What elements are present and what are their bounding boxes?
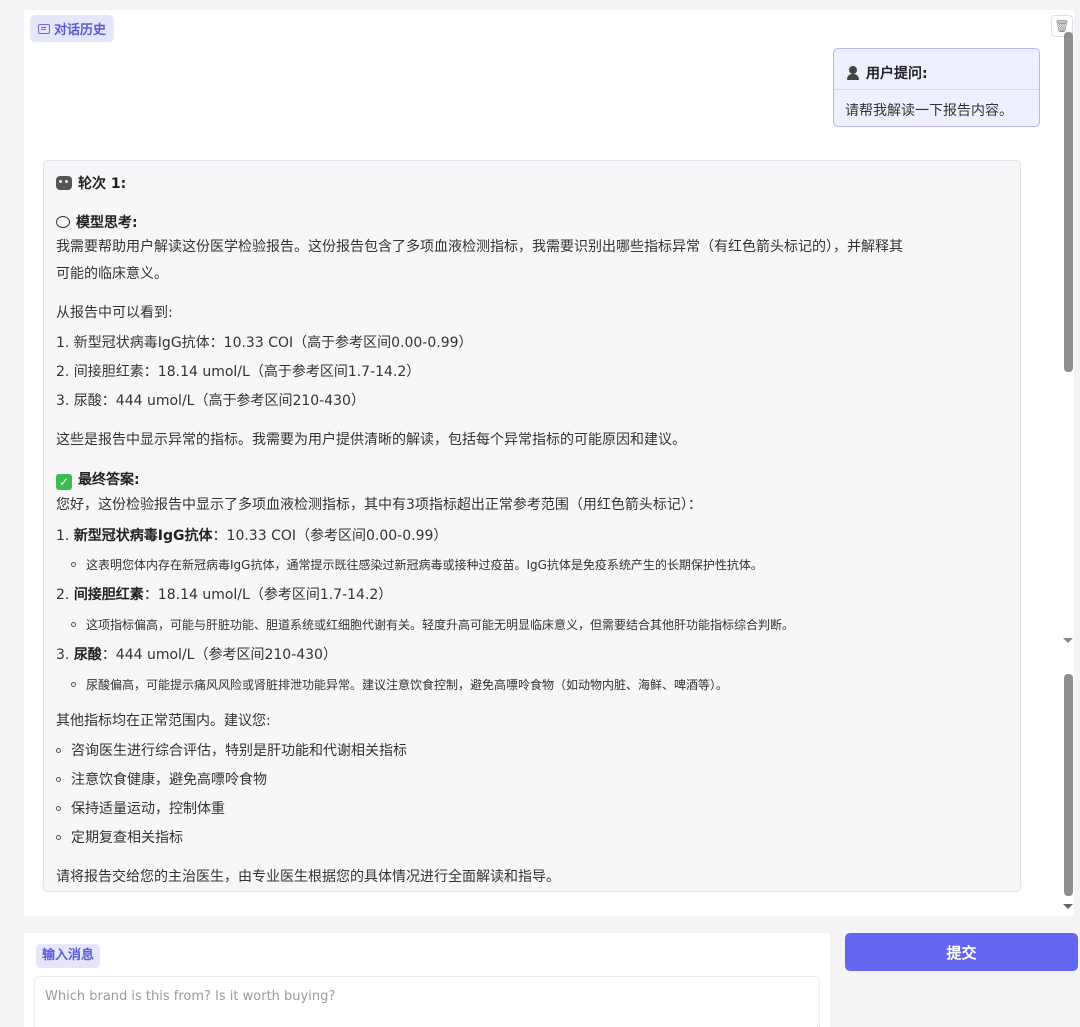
final-answer-label: 最终答案: <box>78 472 140 488</box>
advice-item: 定期复查相关指标 <box>56 827 183 847</box>
bullet-icon <box>71 622 76 627</box>
robot-icon <box>56 176 72 190</box>
user-message-title-text: 用户提问: <box>866 66 928 82</box>
chat-history-tag: 对话历史 <box>30 15 115 42</box>
thinking-line: 这些是报告中显示异常的指标。我需要为用户提供清晰的解读，包括每个异常指标的可能原… <box>56 432 686 448</box>
chat-history-label: 对话历史 <box>54 23 107 38</box>
thought-bubble-icon <box>56 216 70 228</box>
result-item-value: ：444 umol/L（参考区间210-430） <box>101 647 337 663</box>
thinking-line: 2. 间接胆红素：18.14 umol/L（高于参考区间1.7-14.2） <box>56 364 421 380</box>
input-label: 输入消息 <box>36 944 101 968</box>
bullet-icon <box>56 777 61 782</box>
result-item-note-text: 这表明您体内存在新冠病毒IgG抗体，通常提示既往感染过新冠病毒或接种过疫苗。Ig… <box>86 558 763 572</box>
result-item-value: ：10.33 COI（参考区间0.00-0.99） <box>212 528 448 544</box>
advice-item-text: 保持适量运动，控制体重 <box>71 801 225 817</box>
result-item-note-text: 这项指标偏高，可能与肝脏功能、胆道系统或红细胞代谢有关。轻度升高可能无明显临床意… <box>86 618 795 632</box>
result-item-number: 2. <box>56 587 70 603</box>
result-item: 3. 尿酸：444 umol/L（参考区间210-430） <box>56 644 337 664</box>
thinking-heading: 模型思考: <box>56 212 138 232</box>
check-icon: ✓ <box>56 474 72 490</box>
advice-intro: 其他指标均在正常范围内。建议您: <box>56 713 271 729</box>
advice-item: 咨询医生进行综合评估，特别是肝功能和代谢相关指标 <box>56 740 407 760</box>
result-item-name: 尿酸 <box>73 647 102 663</box>
advice-item: 保持适量运动，控制体重 <box>56 798 225 818</box>
advice-item-text: 注意饮食健康，避免高嘌呤食物 <box>71 772 267 788</box>
scrollbar[interactable] <box>1062 30 1074 916</box>
advice-item-text: 定期复查相关指标 <box>71 830 183 846</box>
final-intro: 您好，这份检验报告中显示了多项血液检测指标，其中有3项指标超出正常参考范围（用红… <box>56 497 702 513</box>
scroll-up-arrow[interactable] <box>1063 638 1073 643</box>
result-item-note-text: 尿酸偏高，可能提示痛风风险或肾脏排泄功能异常。建议注意饮食控制，避免高嘌呤食物（… <box>86 678 729 692</box>
bullet-icon <box>56 835 61 840</box>
thinking-label: 模型思考: <box>76 215 138 231</box>
user-message-title: 用户提问: <box>846 63 928 83</box>
result-item: 1. 新型冠状病毒IgG抗体：10.33 COI（参考区间0.00-0.99） <box>56 525 447 545</box>
thinking-line: 可能的临床意义。 <box>56 266 168 282</box>
result-item-note: 尿酸偏高，可能提示痛风风险或肾脏排泄功能异常。建议注意饮食控制，避免高嘌呤食物（… <box>71 676 728 693</box>
result-item-name: 新型冠状病毒IgG抗体 <box>73 528 213 544</box>
submit-button[interactable]: 提交 <box>845 933 1078 971</box>
thinking-line: 我需要帮助用户解读这份医学检验报告。这份报告包含了多项血液检测指标，我需要识别出… <box>56 239 903 255</box>
result-item: 2. 间接胆红素：18.14 umol/L（参考区间1.7-14.2） <box>56 584 392 604</box>
bullet-icon <box>71 562 76 567</box>
bullet-icon <box>56 748 61 753</box>
result-item-number: 3. <box>56 647 70 663</box>
thinking-line: 3. 尿酸：444 umol/L（高于参考区间210-430） <box>56 393 365 409</box>
thinking-line: 1. 新型冠状病毒IgG抗体：10.33 COI（高于参考区间0.00-0.99… <box>56 335 473 351</box>
user-message-text: 请帮我解读一下报告内容。 <box>845 103 1013 119</box>
message-input-panel: 输入消息 <box>24 933 830 1027</box>
user-message-divider <box>834 89 1039 90</box>
assistant-answer-card: 轮次 1: 模型思考: 我需要帮助用户解读这份医学检验报告。这份报告包含了多项血… <box>43 160 1021 892</box>
user-icon <box>846 66 860 80</box>
advice-item-text: 咨询医生进行综合评估，特别是肝功能和代谢相关指标 <box>71 743 407 759</box>
advice-item: 注意饮食健康，避免高嘌呤食物 <box>56 769 267 789</box>
result-item-name: 间接胆红素 <box>73 587 144 603</box>
result-item-note: 这表明您体内存在新冠病毒IgG抗体，通常提示既往感染过新冠病毒或接种过疫苗。Ig… <box>71 556 763 573</box>
result-item-value: ：18.14 umol/L（参考区间1.7-14.2） <box>143 587 393 603</box>
result-item-number: 1. <box>56 528 70 544</box>
chat-icon <box>38 23 50 34</box>
round-label: 轮次 1: <box>78 176 127 192</box>
user-message-bubble: 用户提问: 请帮我解读一下报告内容。 <box>833 48 1040 127</box>
final-answer-heading: ✓ 最终答案: <box>56 469 140 490</box>
bullet-icon <box>71 682 76 687</box>
bullet-icon <box>56 806 61 811</box>
scrollbar-thumb-lower[interactable] <box>1064 674 1073 896</box>
thinking-line: 从报告中可以看到: <box>56 305 173 321</box>
message-input[interactable] <box>34 976 820 1027</box>
closing-text: 请将报告交给您的主治医生，由专业医生根据您的具体情况进行全面解读和指导。 <box>56 869 560 885</box>
round-heading: 轮次 1: <box>56 173 126 193</box>
scroll-down-arrow[interactable] <box>1063 904 1073 909</box>
result-item-note: 这项指标偏高，可能与肝脏功能、胆道系统或红细胞代谢有关。轻度升高可能无明显临床意… <box>71 616 794 633</box>
scrollbar-thumb-upper[interactable] <box>1064 32 1073 372</box>
